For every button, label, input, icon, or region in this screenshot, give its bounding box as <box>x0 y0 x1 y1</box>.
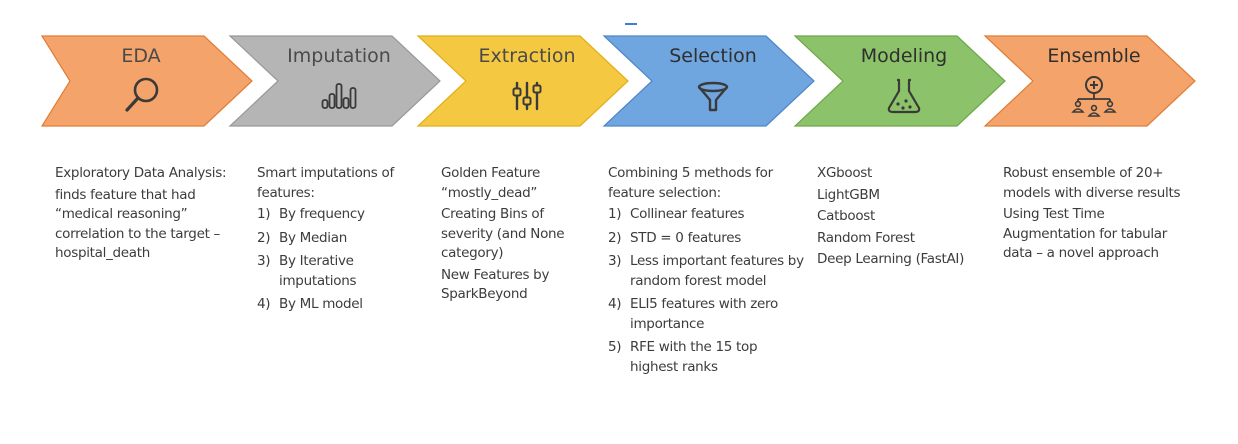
column-selection: Combining 5 methods for feature selectio… <box>608 164 808 381</box>
list-item-number: 1) <box>257 206 271 222</box>
list-item-text: Less important features by random forest… <box>630 253 804 289</box>
stage-chevron-imputation: Imputation <box>228 35 441 127</box>
column-text: LightGBM <box>817 186 880 203</box>
stage-chevron-selection: Selection <box>602 35 815 127</box>
stage-title-extraction: Extraction <box>479 45 576 67</box>
list-item-text: By Median <box>279 229 347 246</box>
list-item: 4) By ML model <box>257 295 415 315</box>
column-text: Exploratory Data Analysis: <box>55 165 227 181</box>
stage-title-eda: EDA <box>121 45 160 67</box>
column-text: Robust ensemble of 20+ models with diver… <box>1003 165 1181 201</box>
column-text: XGboost <box>817 165 873 181</box>
column-text: Deep Learning (FastAI) <box>817 251 965 267</box>
list-item-number: 5) <box>608 339 622 355</box>
list-item: 3) By Iterative imputations <box>257 252 415 291</box>
stage-chevron-eda: EDA <box>40 35 253 127</box>
list-item-text: By ML model <box>279 296 363 312</box>
list-item: 1) Collinear features <box>608 205 808 225</box>
list-item: 5) RFE with the 15 top highest ranks <box>608 338 808 377</box>
list-item-text: Collinear features <box>630 206 745 222</box>
numbered-list: 1) Collinear features 2) STD = 0 features 3)… <box>608 205 808 377</box>
list-item-text: ELI5 features with zero importance <box>630 296 778 332</box>
column-text: Smart imputations of features: <box>257 165 394 201</box>
list-item-number: 2) <box>257 229 271 246</box>
column-text: New Features by SparkBeyond <box>441 266 550 303</box>
column-modeling: XGboost LightGBM Catboost Random Forest Deep… <box>817 164 982 272</box>
sliders-icon <box>512 81 542 111</box>
stage-title-ensemble: Ensemble <box>1047 45 1140 67</box>
column-text: Catboost <box>817 208 876 224</box>
list-item-number: 4) <box>608 296 622 312</box>
list-item-number: 1) <box>608 206 622 222</box>
list-item-number: 3) <box>608 253 622 269</box>
column-text: Creating Bins of severity (and None cate… <box>441 206 565 261</box>
list-item: 2) STD = 0 features <box>608 229 808 249</box>
column-ensemble: Robust ensemble of 20+ models with diver… <box>1003 164 1181 266</box>
column-text: Using Test Time Augmentation for tabular… <box>1003 206 1168 261</box>
numbered-list: 1) By frequency 2) By Median 3) By Iterative … <box>257 205 415 315</box>
list-item-text: By frequency <box>279 206 365 222</box>
stage-chevron-modeling: Modeling <box>793 35 1006 127</box>
list-item: 3) Less important features by random fore… <box>608 252 808 291</box>
list-item: 1) By frequency <box>257 205 415 225</box>
stage-title-imputation: Imputation <box>287 45 391 67</box>
column-imputation: Smart imputations of features: 1) By frequ… <box>257 164 415 319</box>
stage-chevron-ensemble: Ensemble <box>983 35 1196 127</box>
stage-chevron-extraction: Extraction <box>416 35 629 127</box>
stage-title-selection: Selection <box>669 45 757 67</box>
stage-title-modeling: Modeling <box>861 45 947 67</box>
column-text: Golden Feature “mostly_dead” <box>441 165 541 201</box>
column-text: finds feature that had “medical reasonin… <box>55 186 221 262</box>
list-item-text: STD = 0 features <box>630 229 741 246</box>
list-item: 4) ELI5 features with zero importance <box>608 295 808 334</box>
column-text: Random Forest <box>817 229 915 246</box>
list-item-text: RFE with the 15 top highest ranks <box>630 339 758 375</box>
list-item-number: 2) <box>608 229 622 246</box>
list-item: 2) By Median <box>257 229 415 249</box>
list-item-text: By Iterative imputations <box>279 253 357 289</box>
list-item-number: 3) <box>257 253 271 269</box>
column-extraction: Golden Feature “mostly_dead” Creating Bin… <box>441 164 593 307</box>
list-item-number: 4) <box>257 296 271 312</box>
column-text: Combining 5 methods for feature selectio… <box>608 165 773 201</box>
column-eda: Exploratory Data Analysis: finds feature … <box>55 164 233 266</box>
